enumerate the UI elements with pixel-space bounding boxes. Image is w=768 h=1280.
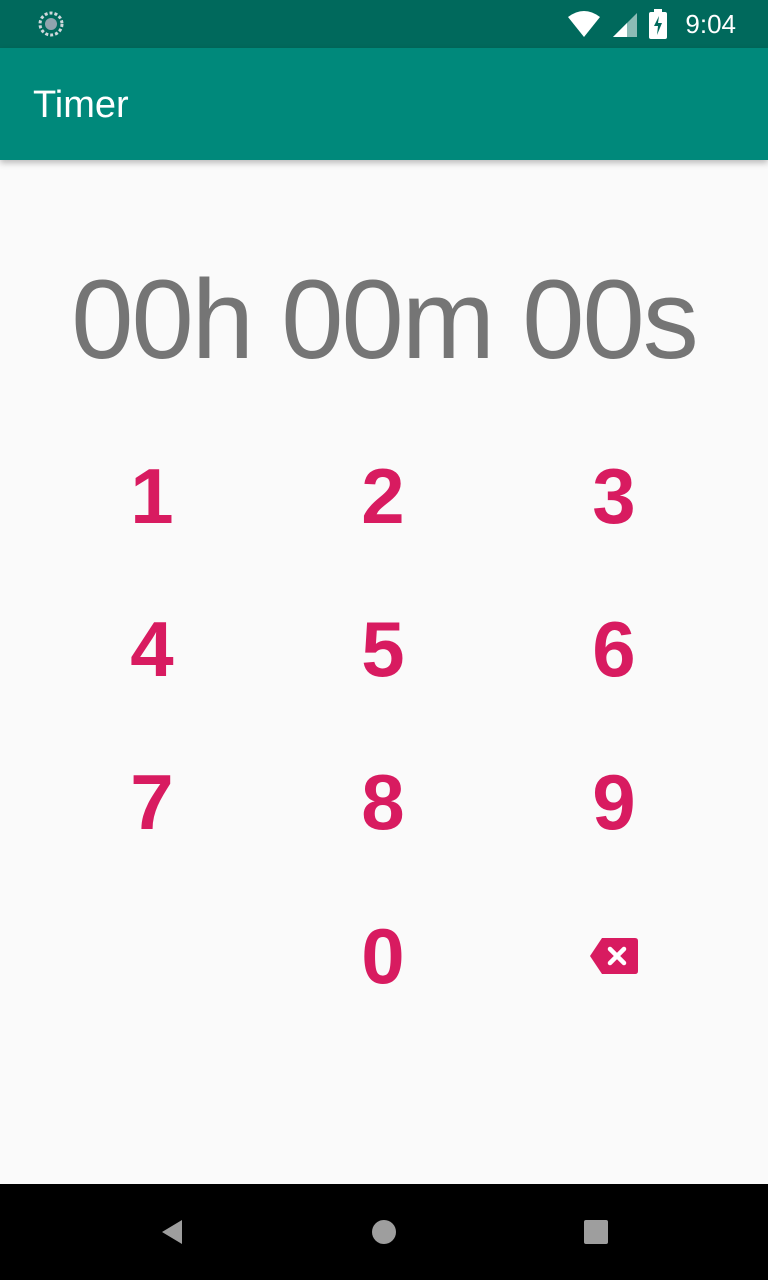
battery-charging-icon — [649, 9, 668, 39]
page-title: Timer — [33, 84, 129, 126]
wifi-icon — [568, 11, 601, 37]
sync-icon — [38, 11, 64, 37]
status-bar: 9:04 — [0, 0, 768, 48]
cellular-signal-icon — [613, 13, 638, 37]
home-icon — [372, 1220, 396, 1244]
backspace-icon — [590, 938, 638, 974]
timer-display: 00h 00m 00s — [71, 257, 699, 382]
keypad-key-8[interactable]: 8 — [283, 742, 483, 862]
home-button[interactable] — [360, 1208, 408, 1256]
status-time: 9:04 — [685, 8, 736, 39]
keypad-key-6[interactable]: 6 — [514, 589, 714, 709]
keypad-key-1[interactable]: 1 — [52, 436, 252, 556]
delete-button[interactable] — [514, 896, 714, 1016]
keypad-key-9[interactable]: 9 — [514, 742, 714, 862]
keypad-key-7[interactable]: 7 — [52, 742, 252, 862]
keypad-key-4[interactable]: 4 — [52, 589, 252, 709]
back-button[interactable] — [148, 1208, 196, 1256]
keypad-key-2[interactable]: 2 — [283, 436, 483, 556]
navigation-bar — [0, 1184, 768, 1280]
back-icon — [162, 1220, 182, 1244]
keypad-key-5[interactable]: 5 — [283, 589, 483, 709]
recents-button[interactable] — [572, 1208, 620, 1256]
keypad-key-0[interactable]: 0 — [283, 896, 483, 1016]
keypad-key-3[interactable]: 3 — [514, 436, 714, 556]
recents-icon — [584, 1220, 608, 1244]
